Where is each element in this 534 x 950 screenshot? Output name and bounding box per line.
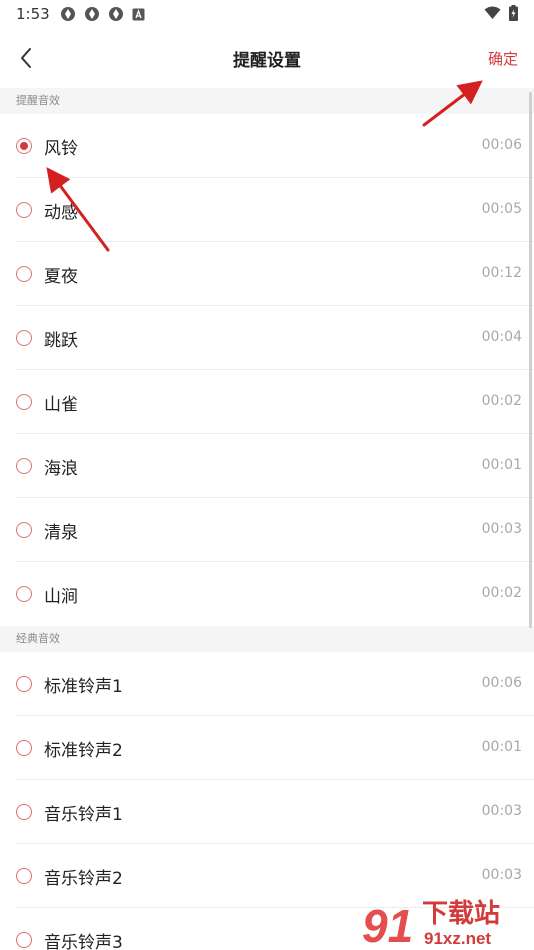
app-icon-1 <box>61 7 75 21</box>
item-duration: 00:03 <box>481 521 522 537</box>
item-duration: 00:03 <box>481 867 522 883</box>
item-label: 山雀 <box>44 395 78 415</box>
list-item[interactable]: 跳跃 00:04 <box>0 306 534 370</box>
item-duration: 00:01 <box>481 739 522 755</box>
radio-button[interactable] <box>16 202 32 218</box>
item-label: 清泉 <box>44 523 78 543</box>
item-label: 音乐铃声1 <box>44 805 123 825</box>
item-label: 跳跃 <box>44 331 78 351</box>
list-item[interactable]: 音乐铃声1 00:03 <box>0 780 534 844</box>
list-item[interactable]: 标准铃声1 00:06 <box>0 652 534 716</box>
item-duration: 00:12 <box>481 265 522 281</box>
item-label: 标准铃声2 <box>44 741 123 761</box>
item-duration: 00:02 <box>481 393 522 409</box>
confirm-button[interactable]: 确定 <box>488 48 518 69</box>
status-bar: 1:53 <box>0 0 534 28</box>
radio-button-checked[interactable] <box>16 138 32 154</box>
list-item[interactable]: 山涧 00:02 <box>0 562 534 626</box>
radio-button[interactable] <box>16 458 32 474</box>
radio-button[interactable] <box>16 266 32 282</box>
item-duration: 00:03 <box>481 803 522 819</box>
status-icons-left <box>60 6 145 22</box>
radio-button[interactable] <box>16 676 32 692</box>
radio-button[interactable] <box>16 868 32 884</box>
section-header-classic: 经典音效 <box>0 626 534 652</box>
item-label: 动感 <box>44 203 78 223</box>
item-label: 标准铃声1 <box>44 677 123 697</box>
watermark: 91 下载站 91xz.net <box>360 890 530 950</box>
list-item[interactable]: 动感 00:05 <box>0 178 534 242</box>
status-icons-right <box>484 5 518 21</box>
item-label: 山涧 <box>44 587 78 607</box>
wifi-icon <box>484 6 501 19</box>
list-item[interactable]: 风铃 00:06 <box>0 114 534 178</box>
status-time: 1:53 <box>16 5 50 23</box>
list-item[interactable]: 清泉 00:03 <box>0 498 534 562</box>
item-label: 海浪 <box>44 459 78 479</box>
screen: 1:53 提醒设置 确定 提醒音效 风铃 00:06 动感 00:05 夏夜 0… <box>0 0 534 950</box>
app-icon-2 <box>85 7 99 21</box>
page-title: 提醒设置 <box>233 51 301 71</box>
item-label: 音乐铃声3 <box>44 933 123 950</box>
item-label: 风铃 <box>44 139 78 159</box>
item-duration: 00:01 <box>481 457 522 473</box>
list-item[interactable]: 海浪 00:01 <box>0 434 534 498</box>
radio-button[interactable] <box>16 394 32 410</box>
item-label: 音乐铃声2 <box>44 869 123 889</box>
item-label: 夏夜 <box>44 267 78 287</box>
watermark-site-text: 下载站 <box>422 899 500 929</box>
section-header-reminder: 提醒音效 <box>0 88 534 114</box>
nav-bar: 提醒设置 确定 <box>0 28 534 88</box>
list-item[interactable]: 夏夜 00:12 <box>0 242 534 306</box>
radio-button[interactable] <box>16 330 32 346</box>
scrollbar[interactable] <box>529 92 532 628</box>
list-item[interactable]: 山雀 00:02 <box>0 370 534 434</box>
radio-button[interactable] <box>16 586 32 602</box>
watermark-logo-text: 91 <box>362 900 413 950</box>
app-icon-3 <box>109 7 123 21</box>
watermark-domain-text: 91xz.net <box>424 929 491 948</box>
item-duration: 00:06 <box>481 675 522 691</box>
radio-button[interactable] <box>16 522 32 538</box>
radio-button[interactable] <box>16 740 32 756</box>
radio-button[interactable] <box>16 932 32 948</box>
watermark-logo: 91 下载站 91xz.net <box>362 899 500 950</box>
item-duration: 00:05 <box>481 201 522 217</box>
item-duration: 00:06 <box>481 137 522 153</box>
list-item[interactable]: 标准铃声2 00:01 <box>0 716 534 780</box>
notification-a-icon <box>132 8 145 20</box>
content-list: 提醒音效 风铃 00:06 动感 00:05 夏夜 00:12 跳跃 00:04… <box>0 88 534 950</box>
battery-icon <box>509 5 518 21</box>
item-duration: 00:02 <box>481 585 522 601</box>
item-duration: 00:04 <box>481 329 522 345</box>
radio-button[interactable] <box>16 804 32 820</box>
